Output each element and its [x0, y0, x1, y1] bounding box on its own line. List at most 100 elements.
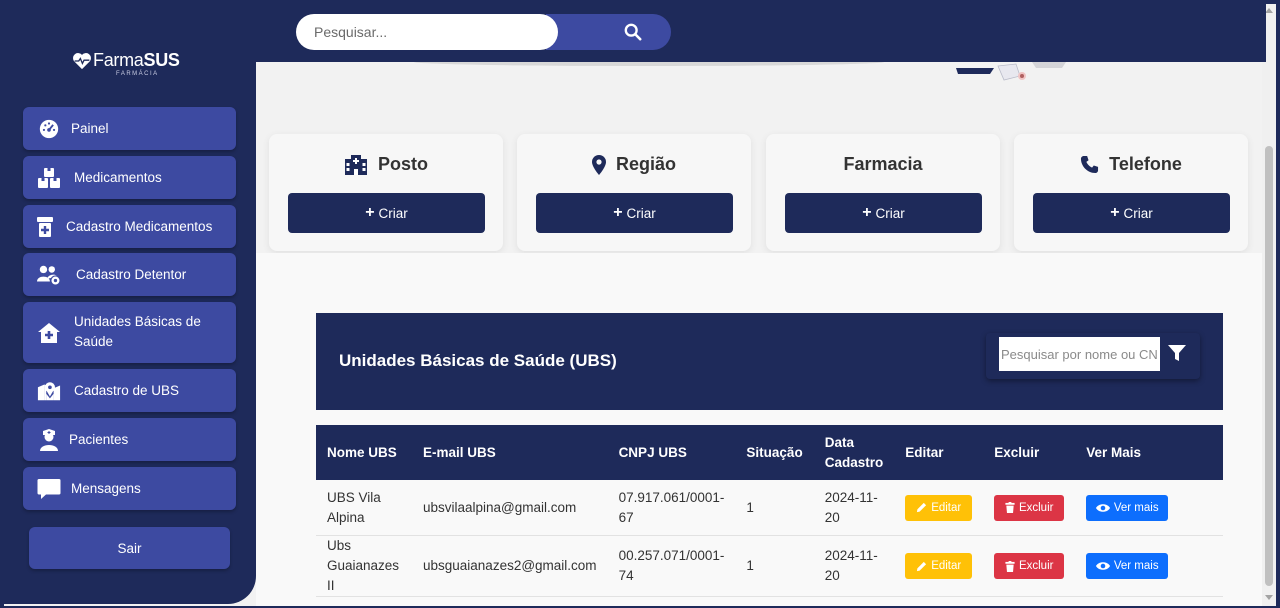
users-gear-icon: [37, 263, 61, 287]
sidebar-item-mensagens[interactable]: Mensagens: [23, 467, 236, 510]
sidebar-item-medicamentos[interactable]: Medicamentos: [23, 156, 236, 199]
boxes-icon: [37, 166, 61, 190]
column-header: Situação: [735, 425, 814, 480]
user-nurse-icon: [37, 428, 61, 452]
cell-situacao: 1: [735, 535, 814, 597]
sidebar-item-label: Medicamentos: [74, 169, 162, 185]
column-header: Ver Mais: [1075, 425, 1223, 480]
button-label: Criar: [626, 205, 656, 221]
sidebar-item-label: Cadastro Detentor: [76, 266, 187, 282]
cell-editar: Editar: [894, 535, 984, 597]
cell-ver-mais: Ver mais: [1075, 480, 1223, 536]
sidebar-item-label: Painel: [71, 120, 109, 136]
delete-label: Excluir: [1018, 560, 1054, 572]
filter-box: [986, 333, 1200, 379]
scroll-up-arrow-icon[interactable]: [1265, 8, 1273, 13]
cell-data: 2024-11-20: [813, 480, 895, 536]
column-header: Editar: [894, 425, 984, 480]
button-label: Criar: [875, 205, 905, 221]
section-title: Unidades Básicas de Saúde (UBS): [339, 351, 617, 370]
top-bar: [256, 4, 1266, 62]
delete-label: Excluir: [1018, 501, 1054, 514]
search-input[interactable]: [296, 14, 558, 50]
cell-editar: Editar: [894, 480, 984, 536]
cell-email: ubsvilaalpina@gmail.com: [412, 480, 608, 536]
edit-label: Editar: [931, 560, 962, 572]
sidebar-item-label: Mensagens: [71, 480, 141, 496]
create-telefone-button[interactable]: + Criar: [1033, 193, 1230, 233]
card-telefone: Telefone + Criar: [1014, 134, 1248, 251]
hero-illustration: [956, 62, 1066, 81]
create-farmacia-button[interactable]: + Criar: [785, 193, 982, 233]
button-label: Criar: [378, 205, 408, 221]
column-header: Nome UBS: [316, 425, 412, 480]
filter-icon[interactable]: [1168, 345, 1186, 367]
house-medical-icon: [37, 321, 61, 345]
sidebar-item-unidades-basicas[interactable]: Unidades Básicas de Saúde: [23, 302, 236, 363]
brand-subtitle: FARMÁCIA: [116, 71, 159, 77]
ubs-section-header: Unidades Básicas de Saúde (UBS): [316, 313, 1223, 410]
card-posto: Posto + Criar: [269, 134, 503, 251]
cell-nome: UBS Vila Alpina: [316, 480, 412, 536]
card-farmacia: Farmacia + Criar: [766, 134, 1000, 251]
cell-cnpj: 07.917.061/0001-67: [607, 480, 736, 536]
table-row: UBS Vila Alpina ubsvilaalpina@gmail.com …: [316, 480, 1223, 536]
heart-pulse-icon: [73, 52, 91, 69]
column-header: Excluir: [983, 425, 1076, 480]
delete-button[interactable]: Excluir: [994, 553, 1065, 579]
sidebar-item-label: Cadastro Medicamentos: [66, 218, 213, 234]
sidebar-item-cadastro-ubs[interactable]: Cadastro de UBS: [23, 369, 236, 412]
cell-excluir: Excluir: [983, 535, 1076, 597]
ubs-search-input[interactable]: [999, 337, 1160, 371]
brand-name-bold: SUS: [143, 50, 180, 70]
hospital-building-icon: [344, 154, 368, 175]
scroll-thumb[interactable]: [1265, 146, 1273, 586]
pencil-icon: [917, 502, 927, 513]
table-header-row: Nome UBS E-mail UBS CNPJ UBS Situação Da…: [316, 425, 1223, 480]
column-header: Data Cadastro: [813, 425, 895, 480]
column-header: CNPJ UBS: [607, 425, 736, 480]
trash-icon: [1005, 560, 1015, 572]
search-icon: [624, 23, 642, 41]
sidebar-item-pacientes[interactable]: Pacientes: [23, 418, 236, 461]
location-pin-icon: [591, 154, 606, 175]
edit-button[interactable]: Editar: [905, 494, 973, 521]
table-row: Ubs Guaianazes II ubsguaianazes2@gmail.c…: [316, 535, 1223, 597]
sidebar-item-label: Unidades Básicas de Saúde: [74, 314, 201, 349]
cell-excluir: Excluir: [983, 480, 1076, 536]
sidebar-item-label: Cadastro de UBS: [74, 382, 180, 398]
button-label: Criar: [1123, 205, 1153, 221]
edit-label: Editar: [931, 501, 962, 514]
brand-name-light: Farma: [93, 50, 144, 70]
card-title: Telefone: [1109, 154, 1182, 174]
pencil-icon: [917, 561, 927, 571]
phone-icon: [1080, 155, 1099, 174]
prescription-bottle-icon: [33, 215, 57, 239]
cell-nome: Ubs Guaianazes II: [316, 535, 412, 597]
vertical-scrollbar[interactable]: [1262, 4, 1276, 606]
view-more-button[interactable]: Ver mais: [1086, 494, 1169, 521]
view-more-button[interactable]: Ver mais: [1086, 553, 1169, 579]
delete-button[interactable]: Excluir: [994, 494, 1065, 521]
create-regiao-button[interactable]: + Criar: [536, 193, 733, 233]
sidebar-item-label: Pacientes: [69, 431, 129, 447]
sidebar-item-painel[interactable]: Painel: [23, 107, 236, 150]
create-posto-button[interactable]: + Criar: [288, 193, 485, 233]
ubs-table: Nome UBS E-mail UBS CNPJ UBS Situação Da…: [316, 425, 1223, 597]
map-location-icon: [37, 379, 61, 403]
gauge-icon: [37, 117, 61, 141]
search-button[interactable]: [546, 14, 671, 50]
cell-situacao: 1: [735, 480, 814, 536]
edit-button[interactable]: Editar: [905, 553, 973, 579]
eye-icon: [1095, 503, 1110, 512]
cell-cnpj: 00.257.071/0001-74: [607, 535, 736, 597]
logout-button[interactable]: Sair: [29, 527, 230, 569]
sidebar: FarmaSUS FARMÁCIA Painel Medicamentos Ca…: [4, 4, 256, 604]
card-regiao: Região + Criar: [517, 134, 751, 251]
trash-icon: [1005, 502, 1015, 513]
sidebar-item-cadastro-medicamentos[interactable]: Cadastro Medicamentos: [23, 205, 236, 248]
brand-logo: FarmaSUS: [72, 50, 180, 71]
view-more-label: Ver mais: [1113, 501, 1159, 514]
scroll-down-arrow-icon[interactable]: [1265, 595, 1273, 600]
sidebar-item-cadastro-detentor[interactable]: Cadastro Detentor: [23, 253, 236, 296]
